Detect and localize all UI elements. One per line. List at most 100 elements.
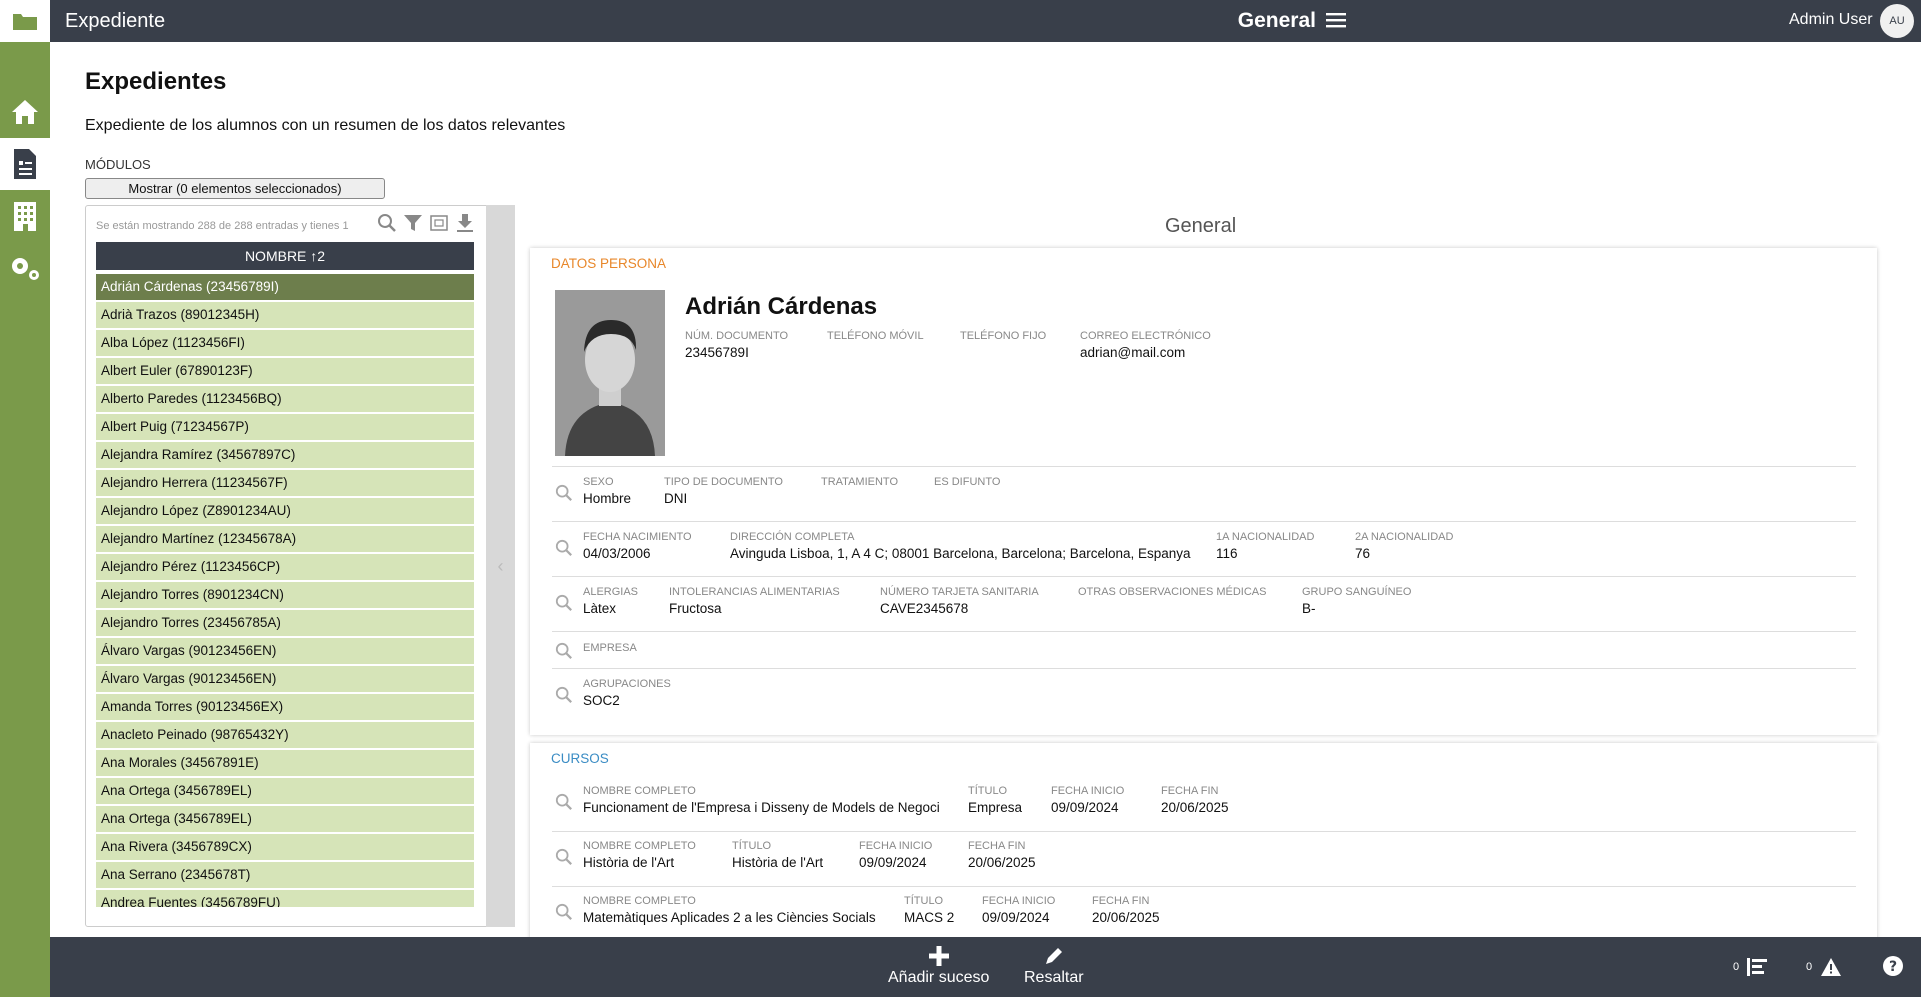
warning-icon[interactable] [1820,957,1842,982]
list-item[interactable]: Albert Euler (67890123F) [96,358,474,384]
list-info: Se están mostrando 288 de 288 entradas y… [96,220,349,232]
search-icon[interactable] [555,484,573,507]
folder-icon[interactable] [0,0,50,42]
list-item[interactable]: Ana Ortega (3456789EL) [96,806,474,832]
search-icon[interactable] [555,793,573,816]
list-item[interactable]: Ana Rivera (3456789CX) [96,834,474,860]
detail-title: General [1165,215,1237,237]
curso-titulo: TÍTULO Història de l'Art [732,840,824,870]
list-item[interactable]: Alejandro Herrera (11234567F) [96,470,474,496]
field-sexo: SEXO Hombre [583,476,632,506]
chevron-left-icon[interactable]: ‹ [498,556,504,577]
field-tarjeta-sanitaria: NÚMERO TARJETA SANITARIA CAVE2345678 [880,586,1039,616]
modules-button[interactable]: Mostrar (0 elementos seleccionados) [85,178,385,199]
list-item[interactable]: Anacleto Peinado (98765432Y) [96,722,474,748]
plus-icon [888,945,989,969]
list-item[interactable]: Albert Puig (71234567P) [96,414,474,440]
avatar[interactable]: AU [1880,4,1914,38]
cursos-title: CURSOS [551,751,609,766]
field-es-difunto: ES DIFUNTO [934,476,1001,488]
list-item[interactable]: Álvaro Vargas (90123456EN) [96,666,474,692]
search-icon[interactable] [555,686,573,709]
curso-fecha-fin: FECHA FIN 20/06/2025 [1092,895,1160,925]
field-fecha-nacimiento: FECHA NACIMIENTO 04/03/2006 [583,531,692,561]
divider [552,831,1856,832]
list-item[interactable]: Ana Ortega (3456789EL) [96,778,474,804]
list-item[interactable]: Ana Morales (34567891E) [96,750,474,776]
hamburger-menu-icon[interactable] [1326,11,1346,34]
field-direccion: DIRECCIÓN COMPLETA Avinguda Lisboa, 1, A … [730,531,1191,561]
field-otras-observaciones: OTRAS OBSERVACIONES MÉDICAS [1078,586,1267,598]
left-rail [0,42,50,997]
curso-fecha-fin: FECHA FIN 20/06/2025 [1161,785,1229,815]
top-bar: Expediente General Admin User AU [0,0,1921,42]
list-item[interactable]: Amanda Torres (90123456EX) [96,694,474,720]
list-item[interactable]: Alejandro Martínez (12345678A) [96,526,474,552]
field-correo: CORREO ELECTRÓNICO adrian@mail.com [1080,330,1211,360]
student-photo [555,290,665,456]
column-header-nombre[interactable]: NOMBRE ↑2 [96,242,474,270]
list-item[interactable]: Andrea Fuentes (3456789FU) [96,890,474,907]
curso-nombre: NOMBRE COMPLETO Matemàtiques Aplicades 2 … [583,895,876,925]
list-item[interactable]: Alberto Paredes (1123456BQ) [96,386,474,412]
list-item[interactable]: Adrià Trazos (89012345H) [96,302,474,328]
field-agrupaciones: AGRUPACIONES SOC2 [583,678,671,708]
divider [552,576,1856,577]
field-intolerancias: INTOLERANCIAS ALIMENTARIAS Fructosa [669,586,840,616]
columns-icon[interactable] [429,213,449,238]
search-icon[interactable] [555,848,573,871]
curso-titulo: TÍTULO MACS 2 [904,895,955,925]
field-nacionalidad-1: 1A NACIONALIDAD 116 [1216,531,1315,561]
document-icon[interactable] [0,138,50,190]
search-icon[interactable] [555,903,573,926]
list-item[interactable]: Alejandro Torres (8901234CN) [96,582,474,608]
search-icon[interactable] [555,594,573,617]
panel-splitter[interactable]: ‹ [486,205,515,927]
search-icon[interactable] [555,539,573,562]
divider [552,886,1856,887]
list-item[interactable]: Adrián Cárdenas (23456789I) [96,274,474,300]
field-num-documento: NÚM. DOCUMENTO 23456789I [685,330,789,360]
datos-persona-card: DATOS PERSONA Adrián Cárdenas NÚM. DOCUM… [530,248,1877,735]
curso-nombre: NOMBRE COMPLETO Funcionament de l'Empresa… [583,785,940,815]
list-item[interactable]: Alejandra Ramírez (34567897C) [96,442,474,468]
list-item[interactable]: Alejandro Torres (23456785A) [96,610,474,636]
home-icon[interactable] [0,86,50,138]
field-telefono-fijo: TELÉFONO FIJO [960,330,1047,342]
user-name[interactable]: Admin User [1789,11,1873,29]
field-telefono-movil: TELÉFONO MÓVIL [827,330,924,342]
filter-icon[interactable] [403,213,423,238]
highlight-button[interactable]: Resaltar [1024,945,1084,987]
search-icon[interactable] [377,213,397,238]
svg-text:?: ? [1889,959,1897,975]
bottom-bar: Añadir suceso Resaltar 0 0 ? [50,937,1921,997]
divider [552,631,1856,632]
add-event-label: Añadir suceso [888,969,990,986]
list-lines-icon[interactable] [1747,957,1769,982]
search-icon[interactable] [555,642,573,665]
gears-icon[interactable] [0,242,50,294]
highlight-label: Resaltar [1024,969,1084,986]
list-item[interactable]: Álvaro Vargas (90123456EN) [96,638,474,664]
curso-fecha-fin: FECHA FIN 20/06/2025 [968,840,1036,870]
cursos-card: CURSOS NOMBRE COMPLETO Funcionament de l'… [530,743,1877,943]
add-event-button[interactable]: Añadir suceso [888,945,989,987]
building-icon[interactable] [0,190,50,242]
list-item[interactable]: Alba López (1123456FI) [96,330,474,356]
list-item[interactable]: Alejandro Pérez (1123456CP) [96,554,474,580]
download-icon[interactable] [455,213,475,238]
datos-persona-title: DATOS PERSONA [551,256,667,271]
divider [552,668,1856,669]
field-tipo-documento: TIPO DE DOCUMENTO DNI [664,476,783,506]
list-toolbar [377,213,475,238]
curso-titulo: TÍTULO Empresa [968,785,1023,815]
list-item[interactable]: Ana Serrano (2345678T) [96,862,474,888]
student-list-panel: Se están mostrando 288 de 288 entradas y… [85,205,515,927]
curso-fecha-inicio: FECHA INICIO 09/09/2024 [1051,785,1125,815]
field-alergias: ALERGIAS Làtex [583,586,639,616]
list-item[interactable]: Alejandro López (Z8901234AU) [96,498,474,524]
field-tratamiento: TRATAMIENTO [821,476,898,488]
page-title: Expedientes [85,68,227,95]
help-icon[interactable]: ? [1882,955,1904,982]
divider [552,466,1856,467]
